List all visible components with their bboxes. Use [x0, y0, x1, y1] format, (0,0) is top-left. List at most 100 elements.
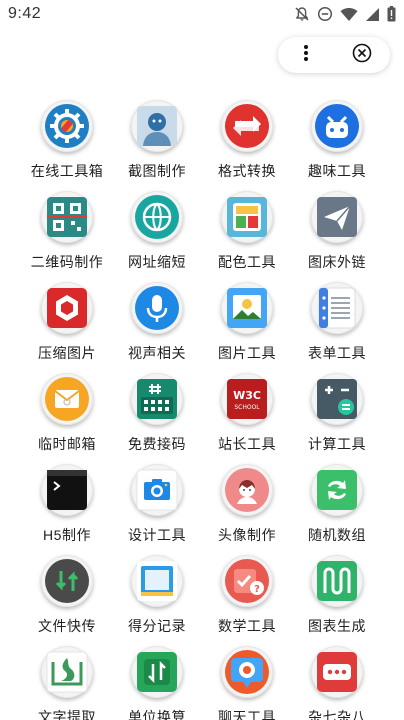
terminal-window-icon — [45, 468, 89, 512]
tool-label: 杂七杂八 — [308, 709, 366, 720]
tool-score-record[interactable]: 得分记录 — [112, 553, 202, 644]
calculator-icon — [315, 377, 359, 421]
tool-label: 压缩图片 — [38, 345, 96, 361]
text-extract-icon — [45, 650, 89, 694]
tool-label: 文字提取 — [38, 709, 96, 720]
battery-alert-icon — [387, 6, 396, 22]
svg-text:SCHOOL: SCHOOL — [234, 404, 260, 411]
shuffle-arrows-icon — [315, 468, 359, 512]
email-envelope-icon — [45, 377, 89, 421]
tool-h5-maker[interactable]: H5制作 — [22, 462, 112, 553]
swap-arrows-icon — [225, 104, 269, 148]
tool-avatar-maker[interactable]: 头像制作 — [202, 462, 292, 553]
tool-text-extract[interactable]: 文字提取 — [22, 644, 112, 720]
tool-fun-tools[interactable]: 趣味工具 — [292, 98, 382, 189]
qr-code-icon — [45, 195, 89, 239]
tool-grid: 在线工具箱 截图制作 格式转换 趣味工具 二维码制作 网址缩短 配色工具 图床外… — [22, 98, 382, 720]
tool-format-convert[interactable]: 格式转换 — [202, 98, 292, 189]
math-check-icon: ? — [225, 559, 269, 603]
tool-label: 免费接码 — [128, 436, 186, 452]
camera-icon — [135, 468, 179, 512]
tool-design-tools[interactable]: 设计工具 — [112, 462, 202, 553]
avatar-face-icon — [225, 468, 269, 512]
svg-text:W3C: W3C — [233, 389, 261, 402]
tool-url-shorten[interactable]: 网址缩短 — [112, 189, 202, 280]
tool-webmaster-tools[interactable]: W3C SCHOOL 站长工具 — [202, 371, 292, 462]
color-palette-icon — [225, 195, 269, 239]
picture-icon — [225, 286, 269, 330]
tool-compress-image[interactable]: 压缩图片 — [22, 280, 112, 371]
tool-label: 计算工具 — [308, 436, 366, 452]
tool-label: 图床外链 — [308, 254, 366, 270]
tool-qr-code[interactable]: 二维码制作 — [22, 189, 112, 280]
tool-free-sms-code[interactable]: 免费接码 — [112, 371, 202, 462]
robot-face-icon — [315, 104, 359, 148]
signal-icon — [365, 7, 380, 22]
tool-label: 设计工具 — [128, 527, 186, 543]
tool-label: 格式转换 — [218, 163, 276, 179]
close-circle-icon — [352, 43, 372, 68]
tool-label: 数学工具 — [218, 618, 276, 634]
dots-menu-icon — [315, 650, 359, 694]
tool-label: 聊天工具 — [218, 709, 276, 720]
svg-text:?: ? — [254, 584, 260, 595]
tool-label: 表单工具 — [308, 345, 366, 361]
tool-calculator[interactable]: 计算工具 — [292, 371, 382, 462]
microphone-icon — [135, 286, 179, 330]
tool-form-tools[interactable]: 表单工具 — [292, 280, 382, 371]
chart-path-icon — [315, 559, 359, 603]
tool-label: 头像制作 — [218, 527, 276, 543]
status-bar: 9:42 — [0, 0, 404, 28]
tool-label: 趣味工具 — [308, 163, 366, 179]
tool-chart-generator[interactable]: 图表生成 — [292, 553, 382, 644]
tool-online-toolbox[interactable]: 在线工具箱 — [22, 98, 112, 189]
close-button[interactable] — [334, 37, 390, 73]
tool-math-tools[interactable]: ? 数学工具 — [202, 553, 292, 644]
w3c-school-icon: W3C SCHOOL — [225, 377, 269, 421]
paper-plane-icon — [315, 195, 359, 239]
tool-unit-convert[interactable]: 单位换算 — [112, 644, 202, 720]
globe-icon — [135, 195, 179, 239]
more-button[interactable] — [278, 37, 334, 73]
keypad-hash-icon — [135, 377, 179, 421]
tool-file-transfer[interactable]: 文件快传 — [22, 553, 112, 644]
tool-image-hosting[interactable]: 图床外链 — [292, 189, 382, 280]
tool-label: 单位换算 — [128, 709, 186, 720]
unit-convert-icon — [135, 650, 179, 694]
tool-temp-email[interactable]: 临时邮箱 — [22, 371, 112, 462]
more-vertical-icon — [303, 44, 309, 67]
tool-label: 在线工具箱 — [30, 163, 104, 179]
status-icons — [294, 6, 396, 22]
tool-label: H5制作 — [43, 527, 91, 543]
tool-label: 截图制作 — [128, 163, 186, 179]
tool-label: 随机数组 — [308, 527, 366, 543]
tool-label: 站长工具 — [218, 436, 276, 452]
capsule-menu — [278, 37, 390, 73]
status-time: 9:42 — [8, 5, 42, 22]
scoreboard-icon — [135, 559, 179, 603]
tool-label: 临时邮箱 — [38, 436, 96, 452]
tool-misc[interactable]: 杂七杂八 — [292, 644, 382, 720]
gear-wrench-icon — [45, 104, 89, 148]
tool-label: 图片工具 — [218, 345, 276, 361]
tool-color-scheme[interactable]: 配色工具 — [202, 189, 292, 280]
compress-hexagon-icon — [45, 286, 89, 330]
tool-label: 视声相关 — [128, 345, 186, 361]
tool-label: 网址缩短 — [128, 254, 186, 270]
tool-random-array[interactable]: 随机数组 — [292, 462, 382, 553]
tool-label: 二维码制作 — [30, 254, 104, 270]
tool-image-tools[interactable]: 图片工具 — [202, 280, 292, 371]
tool-audio-video[interactable]: 视声相关 — [112, 280, 202, 371]
tool-screenshot-maker[interactable]: 截图制作 — [112, 98, 202, 189]
tool-chat-tools[interactable]: 聊天工具 — [202, 644, 292, 720]
transfer-arrows-icon — [45, 559, 89, 603]
notifications-off-icon — [294, 6, 310, 22]
wifi-icon — [340, 7, 358, 22]
chat-gear-icon — [225, 650, 269, 694]
form-list-icon — [315, 286, 359, 330]
tool-label: 文件快传 — [38, 618, 96, 634]
tool-label: 配色工具 — [218, 254, 276, 270]
do-not-disturb-icon — [317, 6, 333, 22]
tool-label: 图表生成 — [308, 618, 366, 634]
tool-label: 得分记录 — [128, 618, 186, 634]
